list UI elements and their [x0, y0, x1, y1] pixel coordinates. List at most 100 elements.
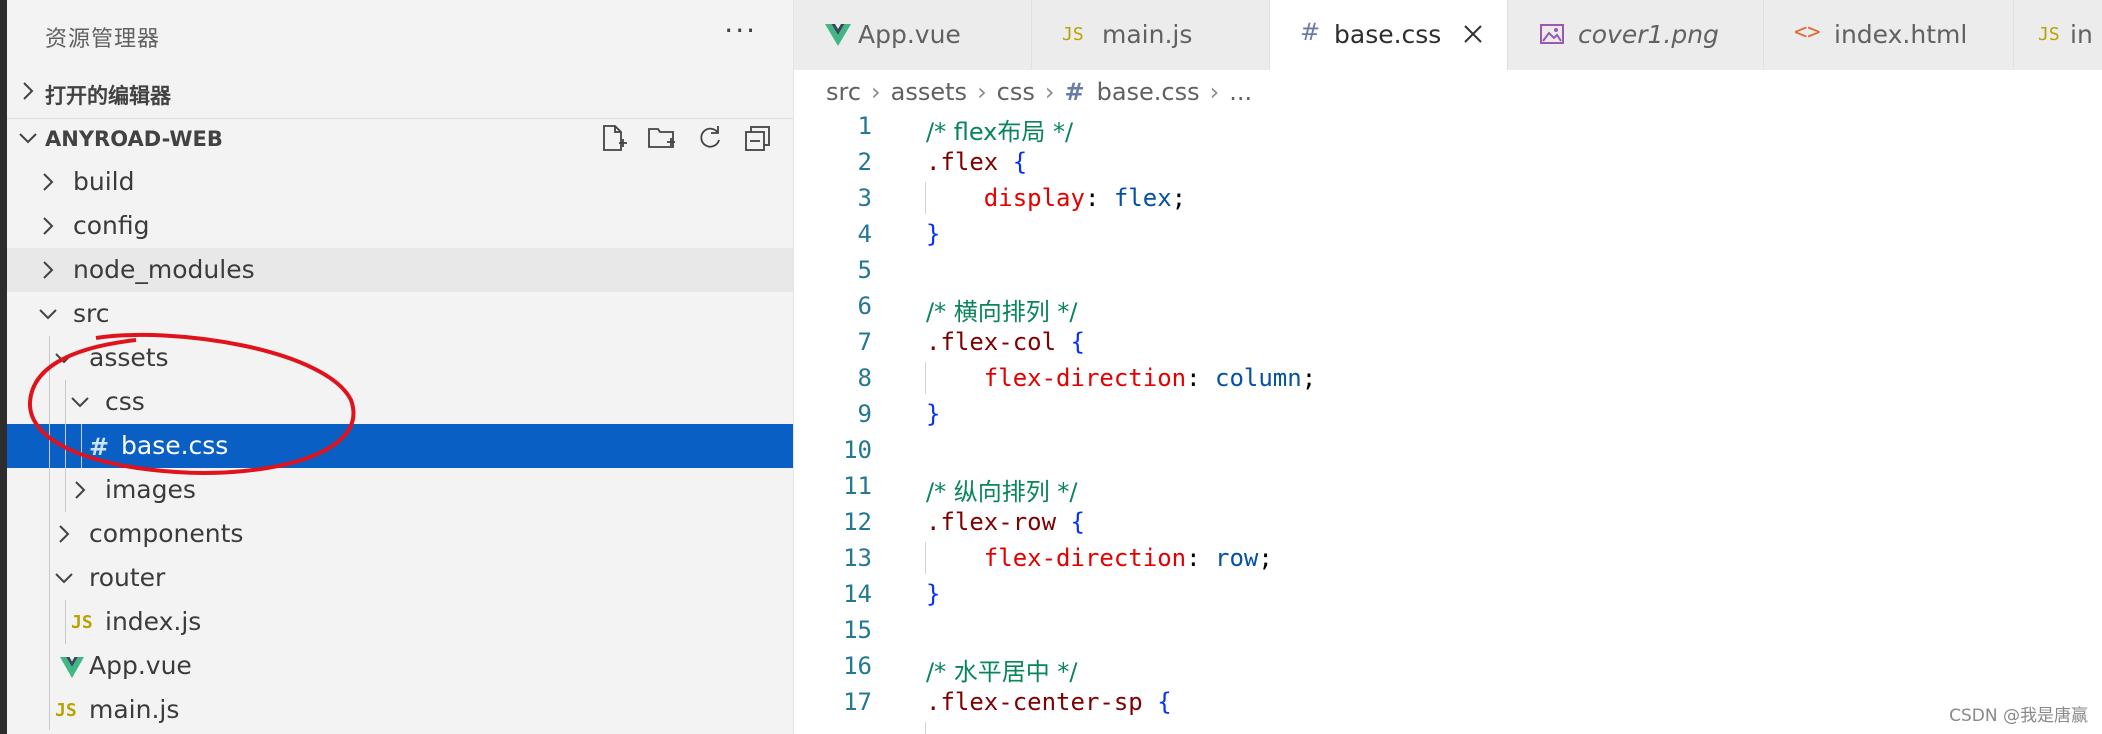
breadcrumb-item[interactable]: assets	[891, 78, 967, 108]
code-property: flex-direction	[983, 364, 1187, 392]
line-number: 9	[857, 400, 872, 428]
tree-item-components[interactable]: components	[7, 512, 793, 556]
tab-label: App.vue	[858, 20, 961, 49]
breadcrumb: src › assets › css › # base.css › ...	[826, 78, 1252, 108]
tree-item-src[interactable]: src	[7, 292, 793, 336]
chevron-right-icon	[43, 261, 54, 279]
tree-item-app-vue[interactable]: App.vue	[7, 644, 793, 688]
code-line: 9}	[794, 400, 2102, 436]
project-section[interactable]: ANYROAD-WEB	[7, 118, 793, 158]
code-line: 15	[794, 616, 2102, 652]
breadcrumb-item[interactable]: base.css	[1097, 78, 1200, 108]
new-file-icon[interactable]	[599, 123, 629, 153]
chevron-right-icon: ›	[1044, 78, 1055, 106]
tree-item-images[interactable]: images	[7, 468, 793, 512]
tab-cover1-png[interactable]: cover1.png	[1508, 0, 1764, 70]
tab-partial-js[interactable]: JS in	[2014, 0, 2102, 70]
indent-guide	[925, 722, 926, 734]
code-line: 13 flex-direction: row;	[794, 544, 2102, 580]
tree-item-base-css[interactable]: # base.css	[7, 424, 793, 468]
line-number: 10	[843, 436, 872, 464]
code-line: 7 .flex-col {	[794, 328, 2102, 364]
watermark: CSDN @我是唐赢	[1949, 706, 2088, 726]
css-file-icon: #	[1064, 78, 1085, 106]
tree-item-css[interactable]: css	[7, 380, 793, 424]
line-number: 4	[857, 220, 872, 248]
code-editor[interactable]: 1/* flex布局 */2 .flex {3 display: flex; 4} 5…	[794, 112, 2102, 734]
code-brace: {	[1157, 688, 1172, 716]
tree-item-label: assets	[89, 343, 169, 372]
open-editors-label: 打开的编辑器	[45, 84, 171, 108]
tab-index-html[interactable]: <> index.html	[1764, 0, 2014, 70]
tree-item-node-modules[interactable]: node_modules	[7, 248, 793, 292]
chevron-right-icon	[59, 525, 70, 543]
indent-guide	[49, 336, 50, 730]
tree-item-label: main.js	[89, 695, 180, 724]
image-file-icon	[1540, 24, 1564, 44]
line-number: 7	[857, 328, 872, 356]
collapse-all-icon[interactable]	[743, 123, 773, 153]
chevron-right-icon	[75, 481, 86, 499]
code-value: row	[1215, 544, 1259, 572]
code-text: .flex-col {	[926, 328, 1085, 356]
code-value: column	[1215, 364, 1302, 392]
explorer-title: 资源管理器	[45, 27, 161, 52]
close-icon[interactable]	[1461, 22, 1485, 46]
line-number: 14	[843, 580, 872, 608]
code-colon: :	[1186, 544, 1215, 572]
tab-label: index.html	[1834, 20, 1968, 49]
chevron-down-icon	[19, 133, 37, 144]
breadcrumb-item[interactable]: css	[997, 78, 1035, 108]
code-text: .flex-row {	[926, 508, 1085, 536]
vue-file-icon	[825, 24, 851, 46]
tab-label: base.css	[1334, 20, 1442, 49]
line-number: 5	[857, 256, 872, 284]
code-text: }	[926, 400, 940, 428]
line-number: 1	[857, 112, 872, 140]
code-line: 4}	[794, 220, 2102, 256]
code-semicolon: ;	[1258, 544, 1273, 572]
tree-item-label: css	[105, 387, 145, 416]
line-number: 2	[857, 148, 872, 176]
code-semicolon: ;	[1301, 364, 1317, 392]
code-colon: :	[1084, 184, 1114, 212]
code-text: flex-direction: column;	[926, 364, 1316, 392]
open-editors-section[interactable]: 打开的编辑器	[7, 72, 793, 112]
refresh-icon[interactable]	[695, 123, 725, 153]
breadcrumb-item[interactable]: src	[826, 78, 861, 108]
html-file-icon: <>	[1794, 20, 1821, 45]
breadcrumb-item[interactable]: ...	[1229, 78, 1252, 108]
tab-base-css[interactable]: # base.css	[1270, 0, 1508, 70]
code-line: 6 /* 横向排列 */	[794, 292, 2102, 328]
tree-item-router[interactable]: router	[7, 556, 793, 600]
line-number: 12	[843, 508, 872, 536]
tab-main-js[interactable]: JS main.js	[1032, 0, 1270, 70]
chevron-right-icon: ›	[977, 78, 987, 106]
chevron-right-icon	[43, 173, 54, 191]
chevron-down-icon	[39, 309, 57, 320]
tree-item-label: config	[73, 211, 150, 240]
tree-item-label: App.vue	[89, 651, 192, 680]
tree-item-assets[interactable]: assets	[7, 336, 793, 380]
tree-item-label: build	[73, 167, 135, 196]
css-file-icon: #	[89, 433, 110, 461]
tree-item-index-js[interactable]: JS index.js	[7, 600, 793, 644]
code-text: .flex-center-sp {	[926, 688, 1172, 716]
more-actions-icon[interactable]: ···	[724, 14, 757, 47]
code-text: /* 水平居中 */	[926, 652, 1077, 687]
explorer-header: 资源管理器 ···	[7, 0, 793, 70]
tree-item-main-js[interactable]: JS main.js	[7, 688, 793, 732]
indent-guide	[65, 600, 66, 644]
code-line: 17 .flex-center-sp {	[794, 688, 2102, 724]
indent-guide	[925, 182, 926, 214]
chevron-down-icon	[71, 397, 89, 408]
tree-item-build[interactable]: build	[7, 160, 793, 204]
tree-item-config[interactable]: config	[7, 204, 793, 248]
new-folder-icon[interactable]	[647, 123, 677, 153]
line-number: 3	[857, 184, 872, 212]
tab-app-vue[interactable]: App.vue	[794, 0, 1032, 70]
line-number: 13	[843, 544, 872, 572]
js-file-icon: JS	[1062, 24, 1084, 45]
indent-guide	[65, 380, 66, 512]
